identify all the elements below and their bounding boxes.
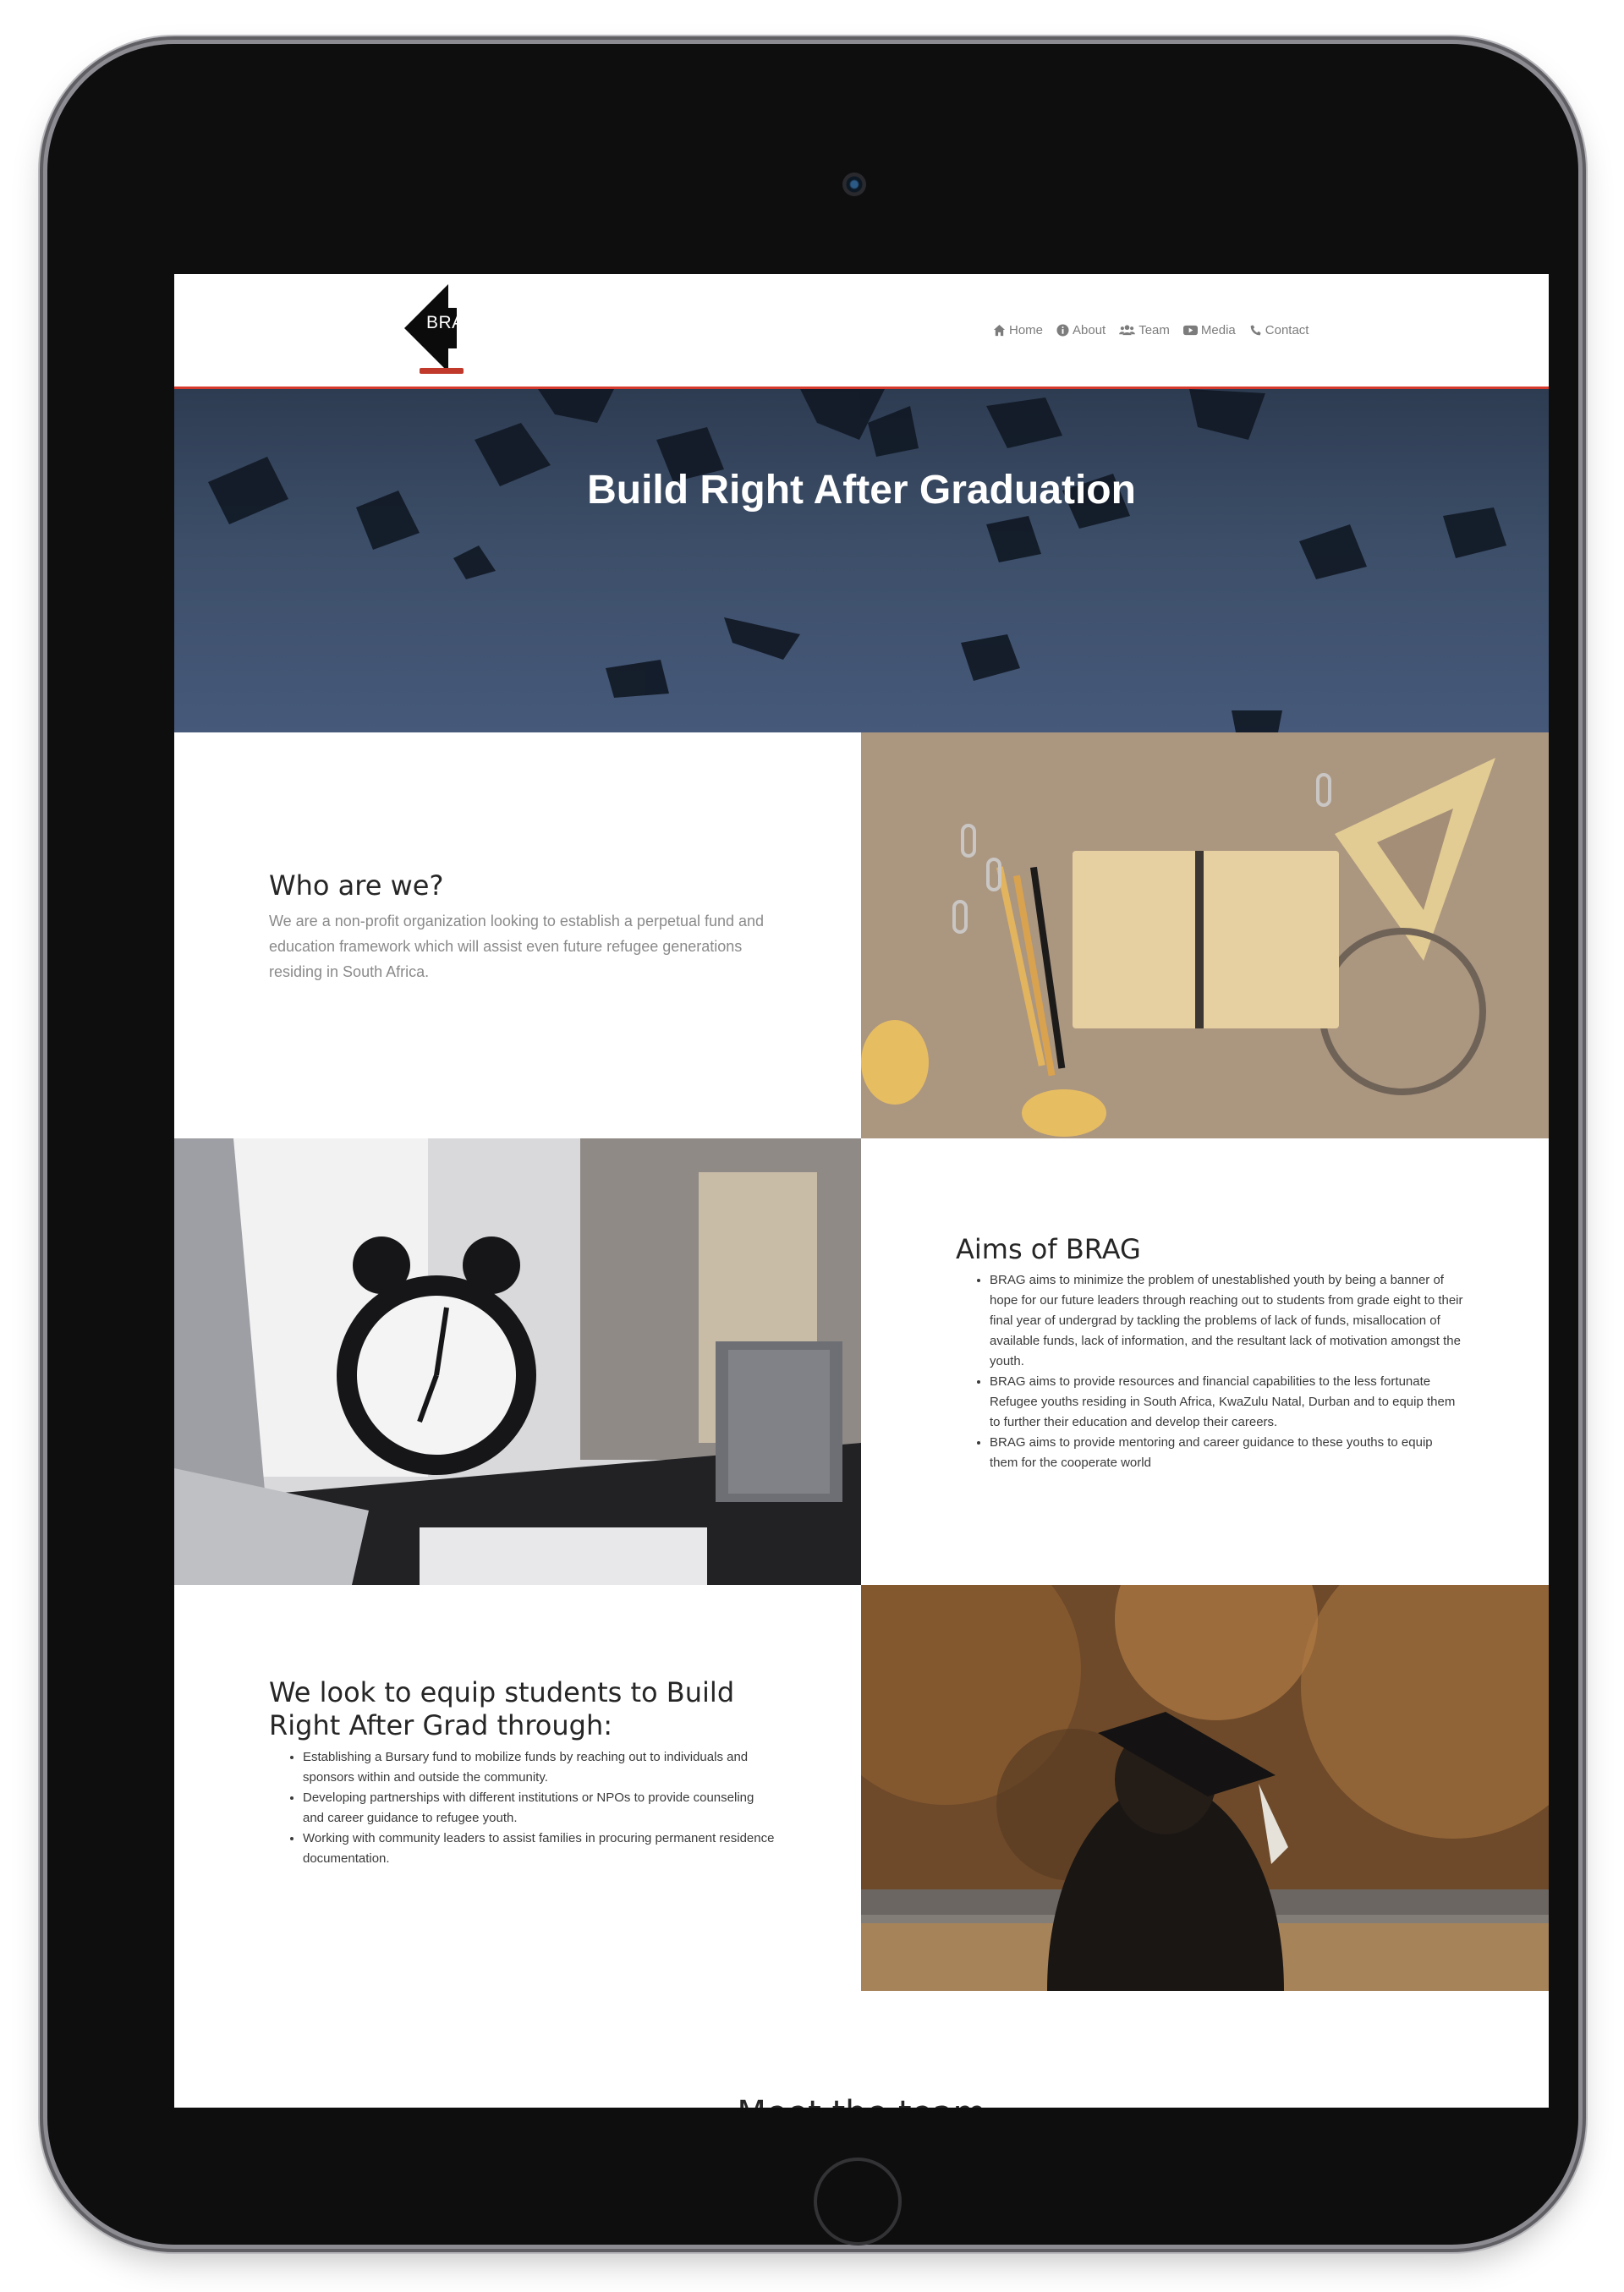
stationery-photo xyxy=(861,732,1549,1138)
phone-icon xyxy=(1250,325,1261,336)
nav-team[interactable]: Team xyxy=(1119,323,1170,337)
home-icon xyxy=(993,324,1006,337)
aims-item: BRAG aims to provide resources and finan… xyxy=(990,1372,1463,1433)
aims-section: Aims of BRAG BRAG aims to minimize the p… xyxy=(861,1138,1548,1585)
graduation-caps-background xyxy=(208,389,1506,732)
users-icon xyxy=(1119,325,1136,336)
brag-logo[interactable]: BRAG xyxy=(404,284,486,381)
graduate-image xyxy=(861,1585,1549,1991)
main-nav: Home About Team Media Contact xyxy=(993,323,1309,337)
hero-title: Build Right After Graduation xyxy=(587,468,1136,513)
equip-item: Establishing a Bursary fund to mobilize … xyxy=(303,1747,776,1788)
nav-contact-label: Contact xyxy=(1265,323,1309,337)
about-section: Who are we? We are a non-profit organiza… xyxy=(174,732,861,1138)
browser-screen: BRAG Home About Team Media Contact Build… xyxy=(174,274,1549,2108)
equip-title: We look to equip students to Build Right… xyxy=(269,1676,735,1741)
about-paragraph: We are a non-profit organization looking… xyxy=(269,913,765,980)
team-title: Meet the team xyxy=(174,2094,1549,2108)
nav-about[interactable]: About xyxy=(1056,323,1106,337)
graduate-photo xyxy=(861,1585,1549,1991)
nav-media-label: Media xyxy=(1200,323,1236,337)
navbar: BRAG Home About Team Media Contact xyxy=(174,274,1549,389)
nav-contact[interactable]: Contact xyxy=(1249,323,1309,337)
nav-home[interactable]: Home xyxy=(993,323,1043,337)
logo-accent xyxy=(420,368,464,374)
equip-text-block: We look to equip students to Build Right… xyxy=(269,1676,776,1869)
equip-section: We look to equip students to Build Right… xyxy=(174,1585,861,1991)
camera-icon xyxy=(842,173,866,196)
logo-text: BRAG xyxy=(426,313,479,332)
aims-title: Aims of BRAG xyxy=(956,1233,1141,1265)
stationery-image xyxy=(861,732,1549,1138)
nav-home-label: Home xyxy=(1009,323,1044,337)
aims-item: BRAG aims to provide mentoring and caree… xyxy=(990,1433,1463,1473)
alarm-clock-photo xyxy=(174,1138,861,1585)
about-text-block: Who are we? We are a non-profit organiza… xyxy=(269,869,776,984)
alarm-clock-image xyxy=(174,1138,861,1585)
nav-team-label: Team xyxy=(1138,323,1170,337)
aims-text-block: Aims of BRAG BRAG aims to minimize the p… xyxy=(956,1233,1463,1473)
tablet-frame: BRAG Home About Team Media Contact Build… xyxy=(47,44,1578,2245)
info-icon xyxy=(1056,324,1069,337)
aims-list: BRAG aims to minimize the problem of une… xyxy=(956,1270,1463,1473)
about-title: Who are we? xyxy=(269,869,444,902)
equip-list: Establishing a Bursary fund to mobilize … xyxy=(269,1747,776,1869)
equip-item: Working with community leaders to assist… xyxy=(303,1829,776,1869)
home-button[interactable] xyxy=(814,2158,902,2245)
nav-media[interactable]: Media xyxy=(1182,323,1236,337)
aims-item: BRAG aims to minimize the problem of une… xyxy=(990,1270,1463,1372)
equip-item: Developing partnerships with different i… xyxy=(303,1788,776,1829)
youtube-icon xyxy=(1182,325,1198,336)
hero-banner: Build Right After Graduation xyxy=(174,389,1549,732)
nav-about-label: About xyxy=(1073,323,1106,337)
